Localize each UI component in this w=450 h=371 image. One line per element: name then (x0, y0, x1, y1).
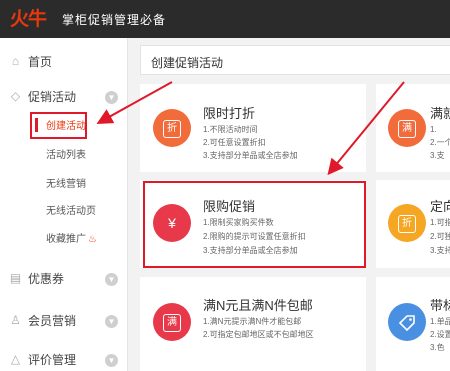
arrow-to-create-activity (96, 81, 173, 124)
arrow-to-purchase-limit (327, 81, 405, 176)
annotation-arrows (96, 81, 405, 176)
